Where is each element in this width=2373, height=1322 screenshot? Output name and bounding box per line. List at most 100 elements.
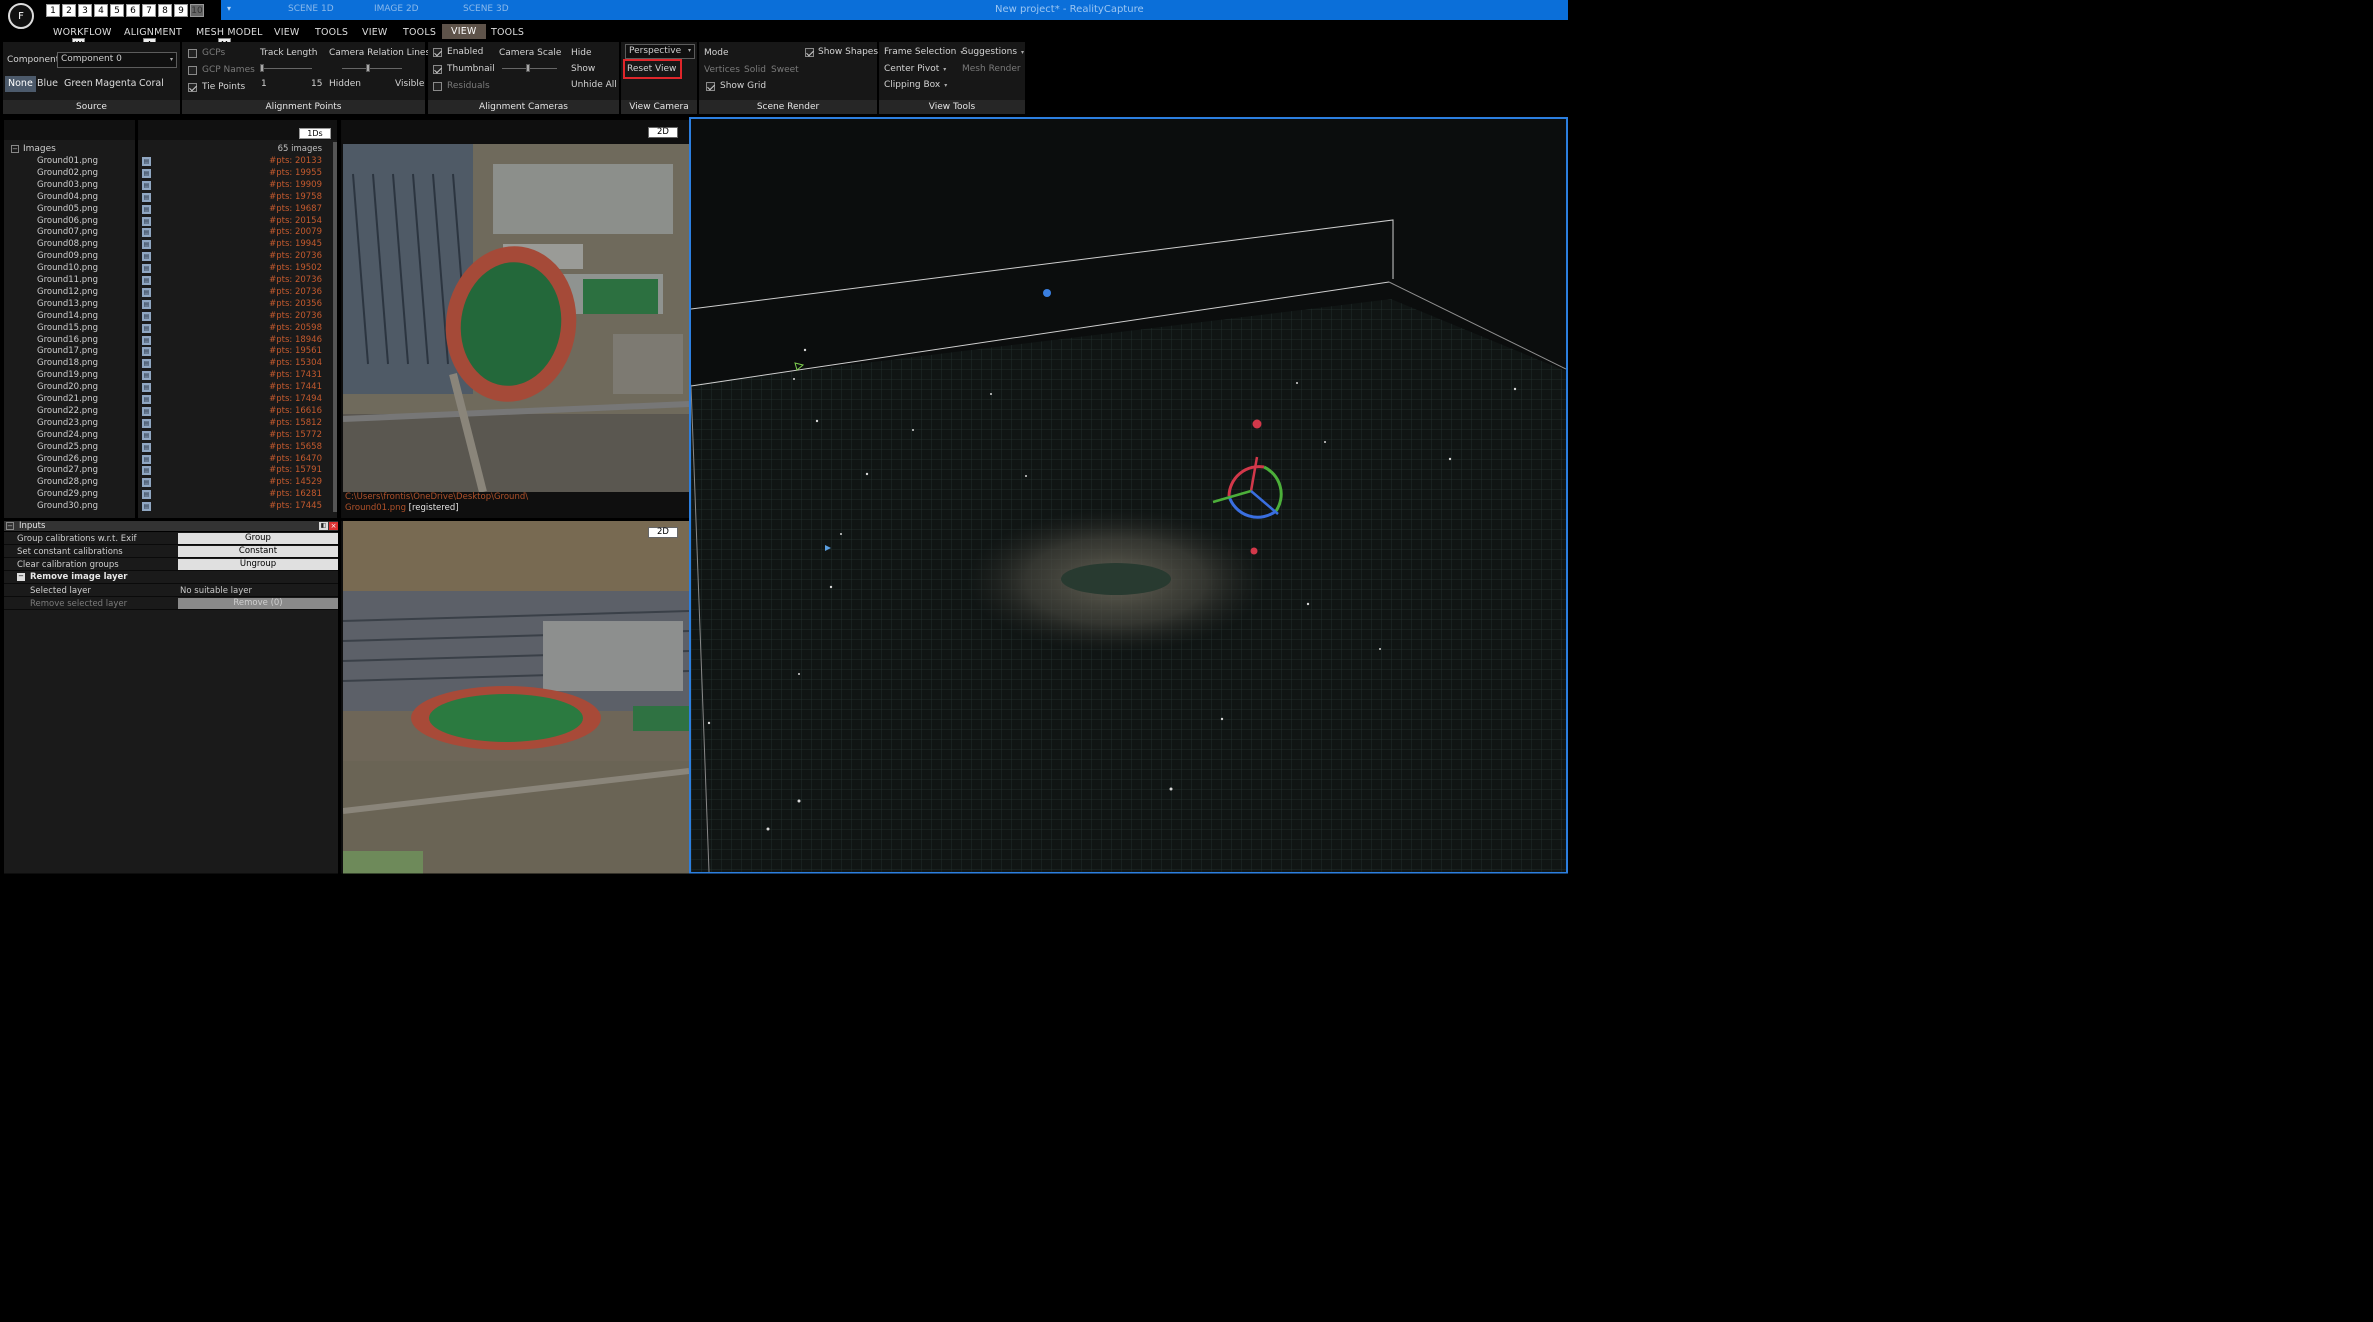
menu-tools-3[interactable]: TOOLS — [491, 27, 524, 38]
enabled-checkbox[interactable] — [433, 48, 443, 58]
image-thumbnail-icon[interactable]: ▤ — [142, 454, 152, 464]
app-logo-icon[interactable]: F — [8, 3, 35, 30]
show-grid-checkbox[interactable] — [706, 82, 716, 92]
image-list-item[interactable]: Ground11.png ▤ #pts: 20736 — [4, 275, 334, 287]
layout-button-10[interactable]: 10 — [190, 4, 205, 18]
remove-image-layer-section[interactable]: − Remove image layer — [4, 572, 339, 585]
solid-button[interactable]: Solid — [744, 65, 766, 75]
group-button[interactable]: Group — [178, 533, 339, 545]
scrollbar[interactable] — [333, 142, 338, 513]
image-thumbnail-icon[interactable]: ▤ — [142, 418, 152, 428]
image-list-item[interactable]: Ground18.png ▤ #pts: 15304 — [4, 358, 334, 370]
image-thumbnail-icon[interactable]: ▤ — [142, 287, 152, 297]
image-thumbnail-icon[interactable]: ▤ — [142, 252, 152, 262]
images-root-row[interactable]: − Images 65 images — [4, 144, 334, 156]
constant-button[interactable]: Constant — [178, 546, 339, 558]
gcp-names-checkbox[interactable] — [188, 66, 198, 76]
image-list-item[interactable]: Ground10.png ▤ #pts: 19502 — [4, 263, 334, 275]
view-type-tag-2d[interactable]: 2D — [648, 527, 679, 539]
suggestions-button[interactable]: Suggestions ▾ — [962, 47, 1024, 57]
hide-button[interactable]: Hide — [571, 48, 592, 58]
image-thumbnail-icon[interactable]: ▤ — [142, 383, 152, 393]
projection-select[interactable]: Perspective ▾ — [625, 44, 696, 60]
tab-scene-1d[interactable]: SCENE 1D — [288, 4, 334, 14]
image-thumbnail-icon[interactable]: ▤ — [142, 406, 152, 416]
image-list-item[interactable]: Ground25.png ▤ #pts: 15658 — [4, 442, 334, 454]
layout-button-9[interactable]: 9 — [174, 4, 189, 18]
image-thumbnail-icon[interactable]: ▤ — [142, 240, 152, 250]
image-thumbnail-icon[interactable]: ▤ — [142, 466, 152, 476]
thumbnail-checkbox[interactable] — [433, 65, 443, 75]
clipping-box-button[interactable]: Clipping Box ▾ — [884, 80, 947, 90]
menu-tools-1[interactable]: TOOLS — [315, 27, 348, 38]
image-list-item[interactable]: Ground26.png ▤ #pts: 16470 — [4, 454, 334, 466]
show-button[interactable]: Show — [571, 64, 595, 74]
image-thumbnail-icon[interactable]: ▤ — [142, 323, 152, 333]
image-list-item[interactable]: Ground01.png ▤ #pts: 20133 — [4, 156, 334, 168]
image-thumbnail-icon[interactable]: ▤ — [142, 430, 152, 440]
camera-scale-slider-thumb[interactable] — [526, 64, 531, 73]
menu-view-2[interactable]: VIEW — [362, 27, 388, 38]
color-blue-button[interactable]: Blue — [34, 76, 61, 92]
image-list-item[interactable]: Ground20.png ▤ #pts: 17441 — [4, 382, 334, 394]
reset-view-button[interactable]: Reset View — [627, 64, 676, 74]
tab-image-2d[interactable]: IMAGE 2D — [374, 4, 419, 14]
center-pivot-button[interactable]: Center Pivot ▾ — [884, 64, 946, 74]
image-thumbnail-icon[interactable]: ▤ — [142, 264, 152, 274]
collapse-icon[interactable]: − — [11, 145, 20, 154]
unhide-all-button[interactable]: Unhide All — [571, 80, 617, 90]
view-type-tag-1ds[interactable]: 1Ds — [299, 128, 332, 140]
layout-button-6[interactable]: 6 — [126, 4, 141, 18]
image-list-item[interactable]: Ground06.png ▤ #pts: 20154 — [4, 216, 334, 228]
image-thumbnail-icon[interactable]: ▤ — [142, 216, 152, 226]
image-thumbnail-icon[interactable]: ▤ — [142, 228, 152, 238]
image-list-item[interactable]: Ground27.png ▤ #pts: 15791 — [4, 465, 334, 477]
layout-button-7[interactable]: 7 — [142, 4, 157, 18]
image-thumbnail-icon[interactable]: ▤ — [142, 192, 152, 202]
camera-relation-slider-thumb[interactable] — [366, 64, 371, 73]
image-thumbnail-icon[interactable]: ▤ — [142, 347, 152, 357]
image-list-item[interactable]: Ground22.png ▤ #pts: 16616 — [4, 406, 334, 418]
image-list-item[interactable]: Ground30.png ▤ #pts: 17445 — [4, 501, 334, 513]
remove-button[interactable]: Remove (0) — [178, 598, 339, 610]
scene-3d-view[interactable] — [689, 117, 1569, 874]
tie-points-checkbox[interactable] — [188, 83, 198, 93]
image-list-item[interactable]: Ground08.png ▤ #pts: 19945 — [4, 239, 334, 251]
gcps-checkbox[interactable] — [188, 49, 198, 59]
image-list-item[interactable]: Ground03.png ▤ #pts: 19909 — [4, 180, 334, 192]
image-thumbnail-icon[interactable]: ▤ — [142, 299, 152, 309]
image-list-item[interactable]: Ground24.png ▤ #pts: 15772 — [4, 430, 334, 442]
sweet-button[interactable]: Sweet — [771, 65, 799, 75]
image-thumbnail-icon[interactable]: ▤ — [142, 359, 152, 369]
menu-alignment[interactable]: ALIGNMENT — [124, 27, 182, 38]
image-thumbnail-icon[interactable]: ▤ — [142, 478, 152, 488]
layout-button-8[interactable]: 8 — [158, 4, 173, 18]
image-thumbnail-icon[interactable]: ▤ — [142, 502, 152, 512]
menu-view-active[interactable]: VIEW — [442, 24, 486, 40]
image-list-item[interactable]: Ground29.png ▤ #pts: 16281 — [4, 489, 334, 501]
image-list-item[interactable]: Ground17.png ▤ #pts: 19561 — [4, 346, 334, 358]
menu-workflow[interactable]: WORKFLOW — [53, 27, 112, 38]
collapse-icon[interactable]: − — [6, 522, 15, 531]
image-thumbnail-icon[interactable]: ▤ — [142, 157, 152, 167]
image-list-item[interactable]: Ground23.png ▤ #pts: 15812 — [4, 418, 334, 430]
layout-button-2[interactable]: 2 — [62, 4, 77, 18]
image-thumbnail-icon[interactable]: ▤ — [142, 180, 152, 190]
image-2d-view-top[interactable]: 2D C:\Users\frontis\OneDrive\Desktop\Gro… — [341, 120, 690, 519]
layout-button-1[interactable]: 1 — [46, 4, 61, 18]
image-thumbnail-icon[interactable]: ▤ — [142, 168, 152, 178]
image-list-item[interactable]: Ground19.png ▤ #pts: 17431 — [4, 370, 334, 382]
view-type-tag-2d[interactable]: 2D — [648, 127, 679, 139]
image-list-item[interactable]: Ground28.png ▤ #pts: 14529 — [4, 477, 334, 489]
vertices-button[interactable]: Vertices — [704, 65, 740, 75]
tab-scene-3d[interactable]: SCENE 3D — [463, 4, 509, 14]
mesh-render-button[interactable]: Mesh Render — [962, 64, 1021, 74]
menu-mesh-model[interactable]: MESH MODEL — [196, 27, 263, 38]
image-list-item[interactable]: Ground13.png ▤ #pts: 20356 — [4, 299, 334, 311]
ungroup-button[interactable]: Ungroup — [178, 559, 339, 571]
residuals-checkbox[interactable] — [433, 82, 443, 92]
layout-button-4[interactable]: 4 — [94, 4, 109, 18]
image-list-item[interactable]: Ground09.png ▤ #pts: 20736 — [4, 251, 334, 263]
image-2d-view-bottom[interactable]: 2D — [341, 521, 690, 874]
image-thumbnail-icon[interactable]: ▤ — [142, 311, 152, 321]
